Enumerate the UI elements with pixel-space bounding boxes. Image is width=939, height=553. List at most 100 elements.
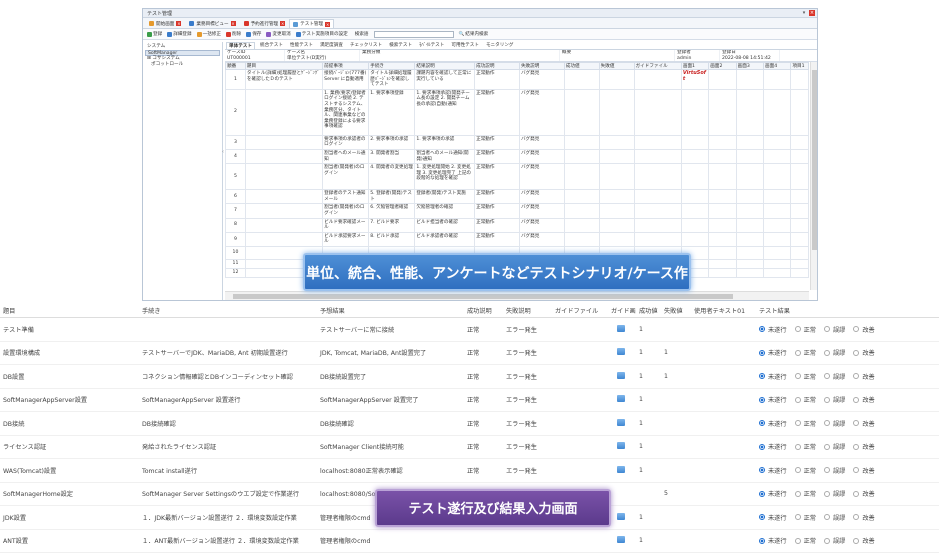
- minimize-icon[interactable]: ▾: [801, 10, 807, 16]
- radio-circle-icon[interactable]: [795, 444, 801, 450]
- steps-cell[interactable]: 1. 要求事項登録: [369, 89, 415, 135]
- table-row[interactable]: ライセンス認証発給されたライセンス認証SoftManager Client接続可…: [0, 436, 939, 460]
- steps-cell[interactable]: ビルド担当者の確認: [415, 218, 475, 232]
- grid-column-header[interactable]: 予想結果: [317, 306, 464, 315]
- radio-circle-icon[interactable]: [795, 350, 801, 356]
- steps-cell[interactable]: 登録者(開発)テスト実施: [415, 190, 475, 204]
- steps-cell[interactable]: [564, 89, 599, 135]
- grid-column-header[interactable]: 題目: [0, 306, 139, 315]
- steps-cell[interactable]: [564, 232, 599, 246]
- tab-close-icon[interactable]: ×: [176, 21, 181, 26]
- result-radio[interactable]: 正常: [795, 442, 816, 451]
- doc-tab[interactable]: 開始画面×: [145, 19, 185, 28]
- steps-cell[interactable]: バグ発見: [519, 204, 564, 218]
- steps-column-header[interactable]: 題目: [245, 63, 322, 70]
- radio-circle-icon[interactable]: [759, 397, 765, 403]
- steps-row[interactable]: 4割当者へのメール通知3. 開発者割当割当者へのメール通知(開発)通知正常動作バ…: [226, 149, 809, 163]
- steps-cell[interactable]: 欠陥管理者の確認: [415, 204, 475, 218]
- steps-cell[interactable]: [736, 268, 763, 277]
- steps-cell[interactable]: [564, 218, 599, 232]
- steps-cell[interactable]: 1. 要求事項承認(開発チーム長の設定 2. 開発チーム長の承認(自動)通知: [415, 89, 475, 135]
- result-radio[interactable]: 未遂行: [759, 442, 787, 451]
- steps-cell[interactable]: [764, 89, 791, 135]
- steps-cell[interactable]: [245, 204, 322, 218]
- toolbar-button[interactable]: 保存: [246, 31, 261, 37]
- result-radio[interactable]: 未遂行: [759, 513, 787, 522]
- test-type-tab[interactable]: 統合テスト: [258, 42, 285, 49]
- case-header-value[interactable]: UT000001: [227, 56, 282, 61]
- steps-cell[interactable]: 7. ビルド要求: [369, 218, 415, 232]
- radio-circle-icon[interactable]: [853, 373, 859, 379]
- steps-cell[interactable]: 割当者(開発者)のログイン: [323, 204, 369, 218]
- grid-column-header[interactable]: テスト結果: [756, 306, 926, 315]
- steps-cell[interactable]: [599, 190, 634, 204]
- steps-cell[interactable]: バグ発見: [519, 190, 564, 204]
- radio-circle-icon[interactable]: [853, 397, 859, 403]
- steps-cell[interactable]: [634, 190, 681, 204]
- steps-cell[interactable]: [681, 164, 708, 190]
- steps-cell[interactable]: [245, 89, 322, 135]
- tab-close-icon[interactable]: ×: [325, 22, 330, 27]
- steps-cell[interactable]: [764, 190, 791, 204]
- steps-cell[interactable]: 12: [226, 268, 246, 277]
- steps-cell[interactable]: 3. 開発者割当: [369, 149, 415, 163]
- result-radio[interactable]: 改善: [853, 442, 874, 451]
- steps-row[interactable]: 21. 業務(要求)登録者ログイン接続 2. テストするシステム、業務区分、タイ…: [226, 89, 809, 135]
- steps-cell[interactable]: [634, 70, 681, 90]
- radio-circle-icon[interactable]: [759, 467, 765, 473]
- result-radio[interactable]: 正常: [795, 466, 816, 475]
- steps-cell[interactable]: [791, 232, 809, 246]
- steps-column-header[interactable]: 項目1: [791, 63, 809, 70]
- grid-column-header[interactable]: 失敗値: [661, 306, 691, 315]
- steps-cell[interactable]: バグ発見: [519, 232, 564, 246]
- steps-cell[interactable]: [736, 232, 763, 246]
- steps-cell[interactable]: [709, 246, 736, 259]
- result-radio[interactable]: 正常: [795, 419, 816, 428]
- steps-cell[interactable]: 6: [226, 190, 246, 204]
- steps-row[interactable]: 9ビルド承認要求メール8. ビルド承認ビルド承認者の確認正常動作バグ発見: [226, 232, 809, 246]
- radio-circle-icon[interactable]: [824, 326, 830, 332]
- toolbar-button[interactable]: 一括修正: [197, 31, 221, 37]
- steps-cell[interactable]: [599, 204, 634, 218]
- steps-cell[interactable]: [681, 135, 708, 149]
- steps-cell[interactable]: 1. 要求事項の承認: [415, 135, 475, 149]
- steps-cell[interactable]: [764, 164, 791, 190]
- steps-cell[interactable]: [709, 204, 736, 218]
- radio-circle-icon[interactable]: [824, 350, 830, 356]
- steps-row[interactable]: 5割当者(開発者)のログイン4. 開発者の変更処理1. 変更処理開始 2. 変更…: [226, 164, 809, 190]
- steps-cell[interactable]: バグ発見: [519, 149, 564, 163]
- toolbar-button[interactable]: 変更取消: [266, 31, 290, 37]
- steps-row[interactable]: 1タイトル(詳細)処理履歴とｹﾞｰｼﾞﾝｸﾞを確認したＤのテスト接続ﾊﾞｰｼﾞｮ…: [226, 70, 809, 90]
- steps-cell[interactable]: バグ発見: [519, 218, 564, 232]
- row-guide-screen[interactable]: [608, 466, 636, 475]
- radio-circle-icon[interactable]: [853, 491, 859, 497]
- radio-circle-icon[interactable]: [853, 467, 859, 473]
- result-radio[interactable]: 誤謬: [824, 466, 845, 475]
- result-radio[interactable]: 未遂行: [759, 466, 787, 475]
- test-type-tab[interactable]: ﾓﾊﾞｲﾙテスト: [417, 42, 446, 49]
- steps-cell[interactable]: 課題内容を確認して正常に実行している: [415, 70, 475, 90]
- steps-cell[interactable]: [634, 164, 681, 190]
- radio-circle-icon[interactable]: [759, 491, 765, 497]
- steps-cell[interactable]: [791, 259, 809, 268]
- result-radio[interactable]: 改善: [853, 348, 874, 357]
- tab-close-icon[interactable]: ×: [280, 21, 285, 26]
- steps-cell[interactable]: [681, 218, 708, 232]
- grid-column-header[interactable]: 失敗説明: [503, 306, 552, 315]
- tree-item[interactable]: ポコットロール: [145, 62, 220, 68]
- result-radio[interactable]: 改善: [853, 513, 874, 522]
- steps-cell[interactable]: [764, 246, 791, 259]
- radio-circle-icon[interactable]: [759, 444, 765, 450]
- steps-cell[interactable]: [709, 70, 736, 90]
- steps-cell[interactable]: [791, 204, 809, 218]
- steps-cell[interactable]: [709, 259, 736, 268]
- row-guide-screen[interactable]: [608, 372, 636, 381]
- result-radio[interactable]: 正常: [795, 536, 816, 545]
- test-type-tab[interactable]: 満足度調査: [318, 42, 345, 49]
- radio-circle-icon[interactable]: [759, 326, 765, 332]
- image-icon[interactable]: [617, 395, 625, 402]
- row-guide-screen[interactable]: [608, 536, 636, 545]
- steps-cell[interactable]: [764, 149, 791, 163]
- toolbar-button[interactable]: 削除: [226, 31, 241, 37]
- steps-cell[interactable]: 5. 登録者(開発)テスト: [369, 190, 415, 204]
